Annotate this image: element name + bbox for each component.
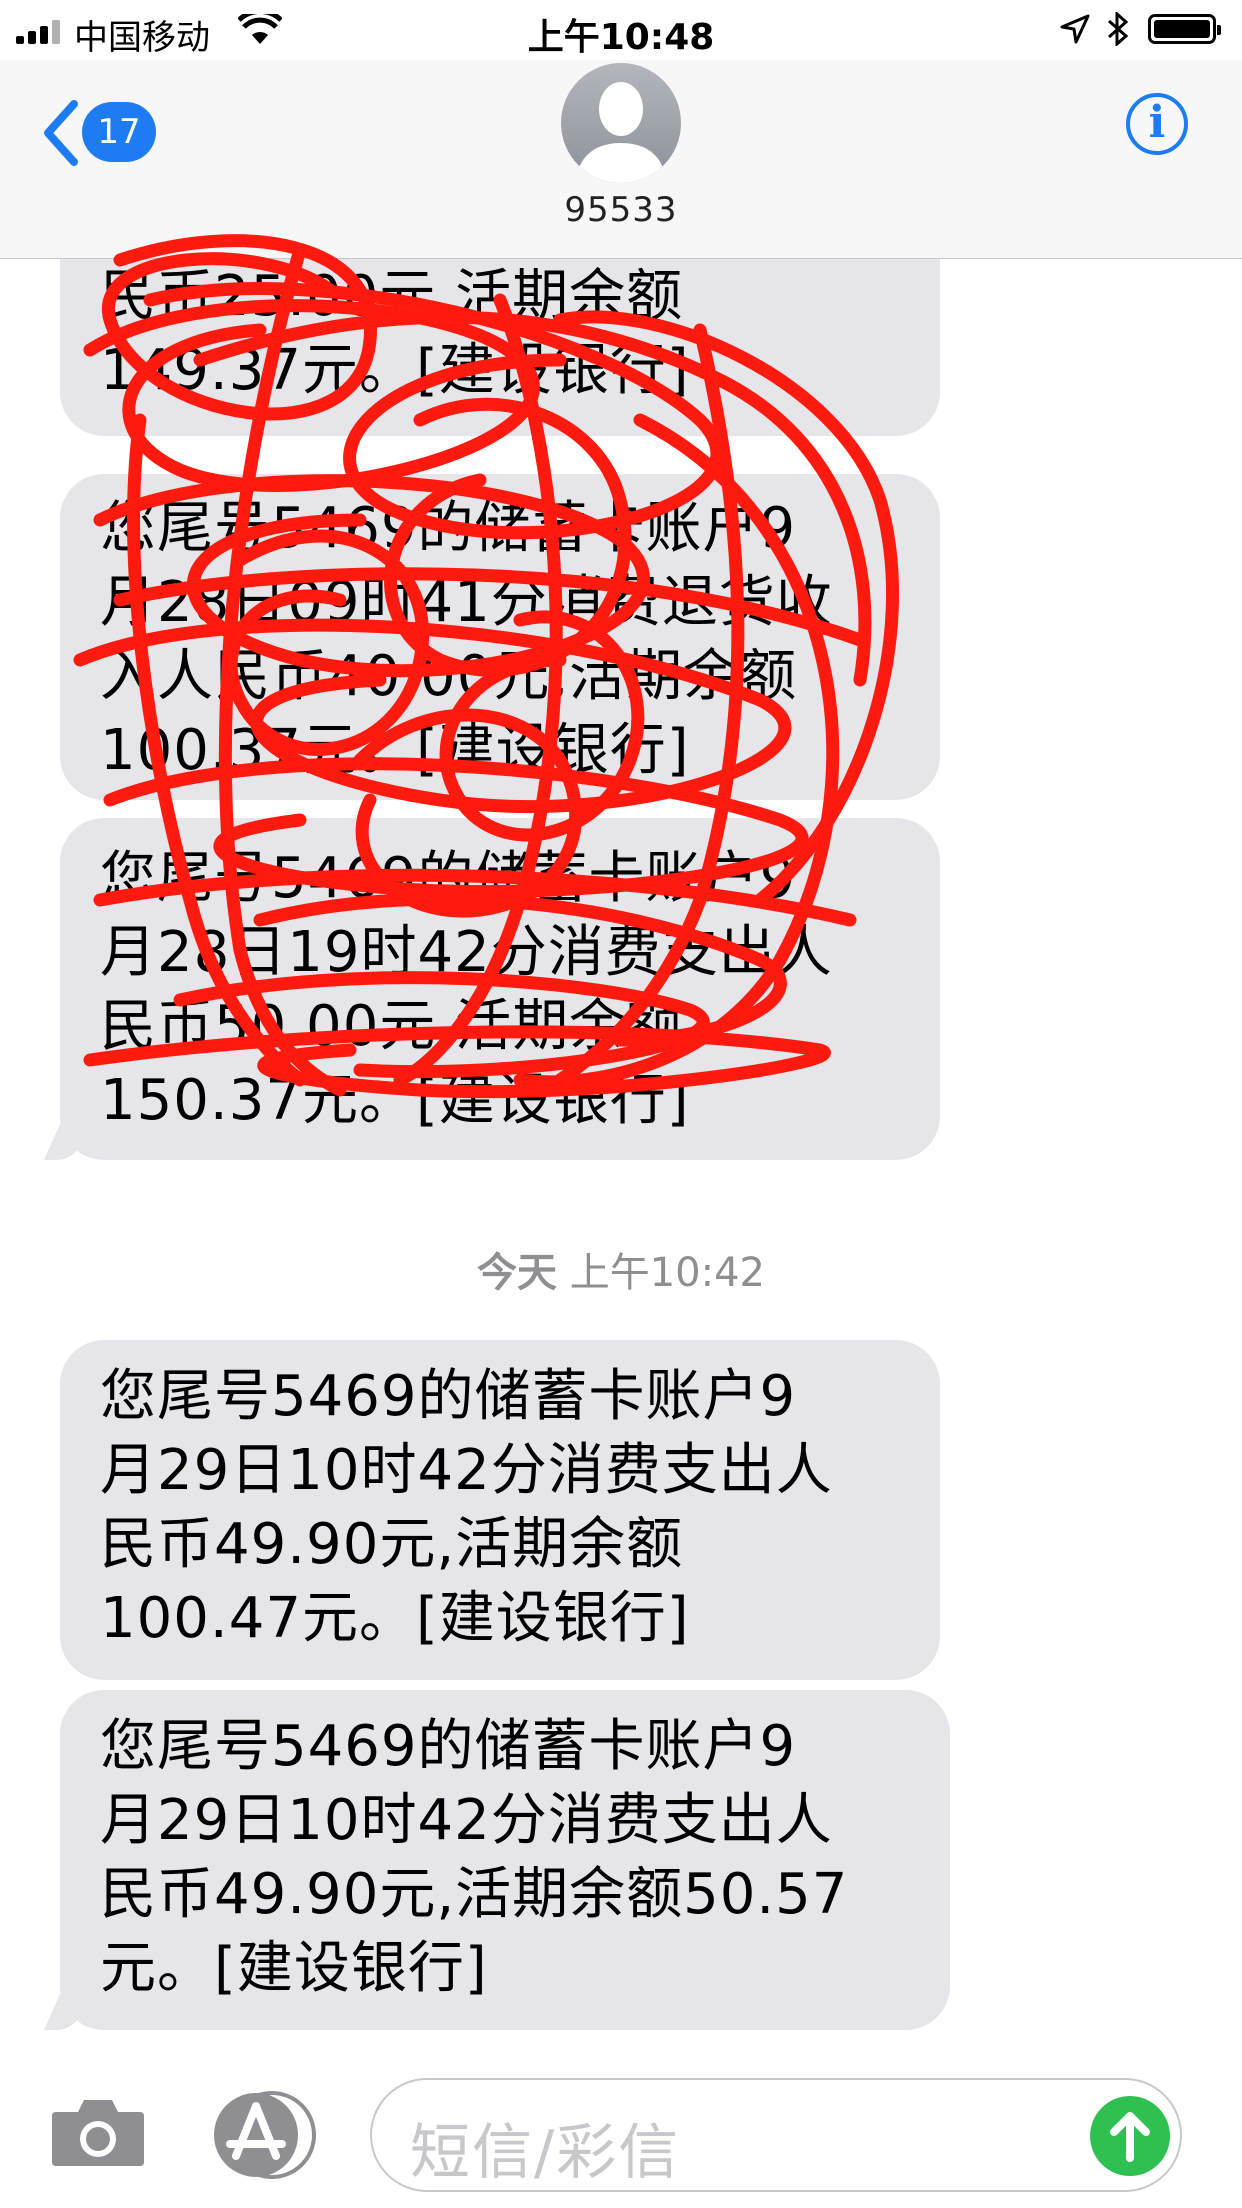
timestamp-day: 今天 bbox=[477, 1250, 557, 1296]
battery-icon bbox=[1148, 14, 1221, 44]
bluetooth-icon bbox=[1108, 12, 1129, 46]
message-bubble[interactable]: 您尾号5469的储蓄卡账户9 月28日09时41分消费退货收 入人民币40.00… bbox=[60, 474, 940, 800]
message-timestamp: 今天 上午10:42 bbox=[0, 1240, 1242, 1298]
camera-icon[interactable] bbox=[50, 2096, 146, 2168]
send-button[interactable] bbox=[1090, 2096, 1170, 2176]
timestamp-time: 上午10:42 bbox=[569, 1250, 765, 1296]
arrow-up-icon bbox=[1110, 2112, 1150, 2162]
contact-avatar[interactable] bbox=[561, 63, 681, 183]
status-time: 上午10:48 bbox=[527, 17, 715, 58]
app-store-icon[interactable] bbox=[210, 2090, 318, 2180]
conversation-header: 17 95533 i bbox=[0, 60, 1242, 259]
person-silhouette-icon bbox=[575, 82, 667, 183]
message-bubble[interactable]: 您尾号5469的储蓄卡账户9 月29日10时42分消费支出人 民币49.90元,… bbox=[60, 1690, 950, 2030]
location-arrow-icon bbox=[1060, 14, 1090, 44]
status-bar: 中国移动 上午10:48 bbox=[0, 0, 1242, 60]
message-bubble[interactable]: 您尾号5469的储蓄卡账户9 月28日19时42分消费支出人 民币50.00元,… bbox=[60, 818, 940, 1160]
message-input-placeholder: 短信/彩信 bbox=[410, 2118, 681, 2188]
chevron-left-icon[interactable] bbox=[40, 98, 80, 168]
message-bubble[interactable]: 您尾号5469的储蓄卡账户9 月29日10时42分消费支出人 民币49.90元,… bbox=[60, 1340, 940, 1680]
info-button[interactable]: i bbox=[1126, 93, 1188, 155]
back-unread-badge[interactable]: 17 bbox=[82, 102, 156, 162]
contact-name[interactable]: 95533 bbox=[0, 190, 1242, 230]
